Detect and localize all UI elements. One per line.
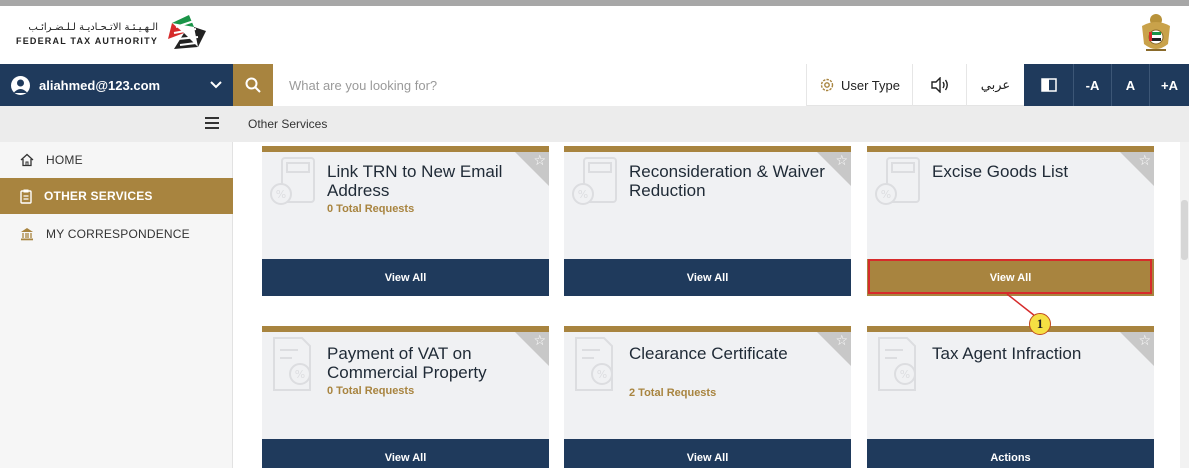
speaker-button[interactable]	[912, 64, 966, 106]
scrollbar-thumb[interactable]	[1181, 200, 1188, 260]
contrast-button[interactable]	[1024, 64, 1074, 106]
star-icon[interactable]: ☆	[835, 332, 848, 348]
logo-text: الـهـيـئـة الاتـحـاديـة لـلـضـرائـب FEDE…	[16, 21, 158, 47]
breadcrumb: Other Services	[248, 117, 328, 131]
speaker-icon	[930, 77, 948, 93]
home-icon	[20, 153, 34, 167]
scrollbar[interactable]	[1180, 142, 1189, 468]
calculator-icon: %	[875, 157, 920, 205]
font-increase-button[interactable]: +A	[1150, 64, 1189, 106]
user-email: aliahmed@123.com	[39, 77, 161, 93]
top-navbar: aliahmed@123.com User Type عربي -A A +A	[0, 64, 1189, 106]
star-icon[interactable]: ☆	[1138, 152, 1151, 168]
star-icon[interactable]: ☆	[1138, 332, 1151, 348]
bank-icon	[21, 228, 33, 241]
uae-emblem-icon	[1142, 14, 1170, 51]
logo-arabic-text: الـهـيـئـة الاتـحـاديـة لـلـضـرائـب	[28, 22, 159, 33]
service-card-clearance-certificate: ☆ % Clearance Certificate 2 Total Reques…	[564, 326, 851, 468]
star-icon[interactable]: ☆	[533, 332, 546, 348]
star-icon[interactable]: ☆	[835, 152, 848, 168]
highlight-box	[868, 259, 1152, 294]
card-title: Payment of VAT on Commercial Property	[327, 344, 487, 382]
user-menu[interactable]: aliahmed@123.com	[0, 64, 233, 106]
card-title: Excise Goods List	[932, 162, 1069, 181]
callout-badge: 1	[1029, 313, 1051, 335]
clipboard-icon	[20, 189, 32, 204]
view-all-button[interactable]: View All	[262, 259, 549, 296]
svg-text:%: %	[881, 188, 891, 201]
font-reset-button[interactable]: A	[1112, 64, 1150, 106]
service-card-payment-vat: ☆ % Payment of VAT on Commercial Propert…	[262, 326, 549, 468]
sidebar-item-my-correspondence[interactable]: MY CORRESPONDENCE	[0, 216, 233, 252]
logo-english-text: FEDERAL TAX AUTHORITY	[16, 36, 159, 46]
service-card-reconsideration: ☆ % Reconsideration & Waiver Reduction V…	[564, 146, 851, 296]
actions-button[interactable]: Actions	[867, 439, 1154, 468]
contrast-icon	[1040, 78, 1057, 92]
card-request-count[interactable]: 2 Total Requests	[629, 387, 716, 399]
svg-text:%: %	[295, 368, 305, 381]
invoice-icon: %	[878, 337, 916, 391]
svg-text:%: %	[900, 368, 910, 381]
invoice-icon: %	[575, 337, 613, 391]
card-request-count[interactable]: 0 Total Requests	[327, 385, 414, 397]
main-content: ☆ % Link TRN to New Email Address 0 Tota…	[233, 142, 1189, 468]
chevron-down-icon[interactable]	[210, 81, 222, 89]
sidebar: HOME OTHER SERVICES MY CORRESPONDENCE	[0, 142, 233, 468]
calculator-icon: %	[572, 157, 617, 205]
service-card-link-trn: ☆ % Link TRN to New Email Address 0 Tota…	[262, 146, 549, 296]
svg-text:%: %	[276, 188, 286, 201]
search-icon	[245, 77, 261, 93]
service-card-tax-agent-infraction: ☆ % Tax Agent Infraction Actions	[867, 326, 1154, 468]
search-button[interactable]	[233, 64, 273, 106]
font-decrease-button[interactable]: -A	[1074, 64, 1112, 106]
svg-text:%: %	[578, 188, 588, 201]
language-toggle[interactable]: عربي	[966, 64, 1024, 106]
search-input[interactable]	[273, 64, 806, 106]
site-header: الـهـيـئـة الاتـحـاديـة لـلـضـرائـب FEDE…	[0, 6, 1189, 64]
card-title: Clearance Certificate	[629, 344, 788, 363]
sidebar-item-label: OTHER SERVICES	[44, 189, 153, 203]
fta-emblem-icon	[167, 14, 208, 54]
view-all-button[interactable]: View All	[262, 439, 549, 468]
user-type-label: User Type	[840, 77, 900, 93]
sidebar-item-home[interactable]: HOME	[0, 142, 233, 178]
user-type-button[interactable]: User Type	[806, 64, 912, 106]
breadcrumb-bar: Other Services	[0, 106, 1189, 142]
sidebar-item-other-services[interactable]: OTHER SERVICES	[0, 178, 233, 214]
card-title: Tax Agent Infraction	[932, 344, 1082, 363]
sidebar-item-label: HOME	[46, 153, 83, 167]
calculator-icon: %	[270, 157, 315, 205]
card-title: Link TRN to New Email Address	[327, 162, 503, 200]
hamburger-menu-icon[interactable]	[205, 117, 219, 129]
svg-text:%: %	[597, 368, 607, 381]
fta-logo[interactable]: الـهـيـئـة الاتـحـاديـة لـلـضـرائـب FEDE…	[16, 11, 210, 57]
gear-icon	[820, 78, 834, 92]
view-all-button[interactable]: View All	[564, 439, 851, 468]
view-all-button[interactable]: View All	[564, 259, 851, 296]
card-request-count[interactable]: 0 Total Requests	[327, 203, 414, 215]
sidebar-item-label: MY CORRESPONDENCE	[46, 227, 190, 241]
user-avatar-icon	[11, 75, 30, 95]
invoice-icon: %	[273, 337, 311, 391]
card-title: Reconsideration & Waiver Reduction	[629, 162, 825, 200]
star-icon[interactable]: ☆	[533, 152, 546, 168]
